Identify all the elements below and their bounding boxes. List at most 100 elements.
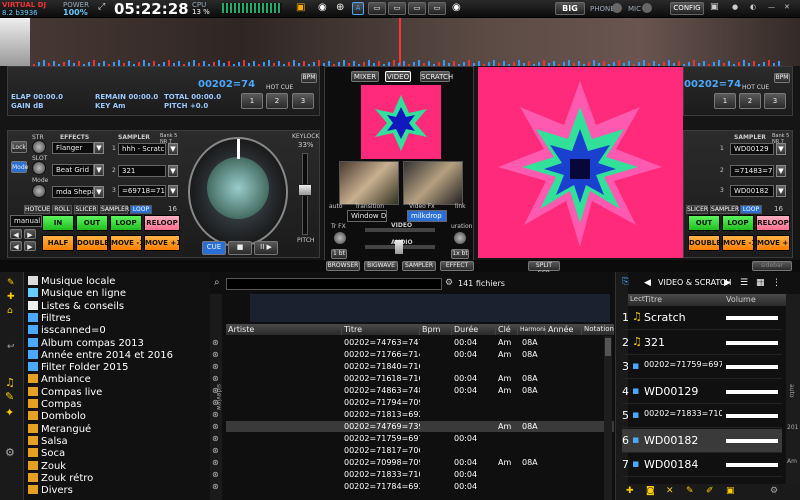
volume-bar[interactable] <box>726 340 778 345</box>
sv-pen-icon[interactable]: ✐ <box>706 486 714 496</box>
right-sample2-dropdown-icon[interactable]: ▼ <box>776 165 786 177</box>
volume-bar[interactable] <box>726 365 778 369</box>
tree-item[interactable]: Musique en ligne <box>28 288 126 300</box>
effect2-select[interactable]: Beat Grid <box>52 164 94 176</box>
layout-button-1[interactable]: ▭ <box>368 2 386 15</box>
audio-crossfader-handle[interactable] <box>395 240 403 254</box>
big-button[interactable]: BIG <box>555 2 585 15</box>
right-sample1-dropdown-icon[interactable]: ▼ <box>776 143 786 155</box>
tree-item[interactable]: Listes & conseils <box>28 300 124 313</box>
sample2-dropdown-icon[interactable]: ▼ <box>168 165 178 177</box>
right-sample3-dropdown-icon[interactable]: ▼ <box>776 185 786 197</box>
right-pad-double[interactable]: DOUBLE <box>688 235 720 251</box>
effect3-select[interactable]: mda Shepard <box>52 186 94 198</box>
pad-next-icon-2[interactable]: ▶ <box>24 241 36 251</box>
sideview-row[interactable]: 1 ♫ Scratch <box>622 306 782 330</box>
pad-move-fwd[interactable]: MOVE +1 <box>144 235 180 251</box>
tree-tool-2-icon[interactable]: ✚ <box>7 292 15 302</box>
right-pad-reloop[interactable]: RELOOP <box>756 215 790 231</box>
col-harmonique[interactable]: Harmonique <box>518 324 557 335</box>
tree-music-icon[interactable]: ♫ <box>5 376 15 389</box>
play-button[interactable]: II ▶ <box>254 241 278 255</box>
layout-button-4[interactable]: ▭ <box>428 2 446 15</box>
pad-double[interactable]: DOUBLE <box>76 235 108 251</box>
table-row[interactable]: ⊛ 00202=74863=74863 00:04 Am 08A <box>212 385 614 396</box>
tree-item[interactable]: Filtres <box>28 312 71 325</box>
eye-icon[interactable]: ◉ <box>318 2 327 13</box>
pad-move-back[interactable]: MOVE -1 bt <box>110 235 142 251</box>
pad-reloop[interactable]: RELOOP <box>144 215 180 231</box>
transition-select[interactable]: Window Doub <box>347 210 387 222</box>
pad-in[interactable]: IN <box>42 215 74 231</box>
video-output-window[interactable] <box>478 67 683 258</box>
right-hotcue-3[interactable]: 3 <box>764 93 786 109</box>
record-icon[interactable]: ▣ <box>296 2 305 13</box>
tree-item[interactable]: Filter Folder 2015 <box>28 362 128 374</box>
col-volume[interactable]: Volume <box>726 295 756 304</box>
effect2-knob[interactable] <box>32 161 46 175</box>
duration-knob[interactable] <box>453 231 467 245</box>
pad-prev-icon-2[interactable]: ◀ <box>10 241 22 251</box>
tree-back-icon[interactable]: ↩ <box>7 342 15 352</box>
sidebar-toggle[interactable]: sidebar <box>752 261 792 271</box>
sample3-select[interactable]: =69718=71607 <box>118 185 166 197</box>
nav-split[interactable]: SPLIT SCR <box>528 261 560 277</box>
tree-tool-1-icon[interactable]: ✎ <box>7 278 15 288</box>
search-input[interactable] <box>226 278 442 290</box>
pad-half[interactable]: HALF <box>42 235 74 251</box>
col-lect[interactable]: Lect <box>630 295 645 303</box>
vtab-am[interactable]: Am <box>787 458 797 465</box>
col-notation[interactable]: Notation <box>582 324 614 335</box>
automix-badge[interactable]: A <box>352 2 364 15</box>
vtab-auto[interactable]: auto <box>788 384 795 398</box>
sideview-menu-icon[interactable]: ⋮ <box>772 278 781 288</box>
tab-video[interactable]: VIDEO <box>385 71 411 82</box>
tab-scratch[interactable]: SCRATCH <box>420 71 453 82</box>
sideview-next-icon[interactable]: ▶ <box>724 278 731 288</box>
volume-bar[interactable] <box>726 414 778 418</box>
effect3-dropdown-icon[interactable]: ▼ <box>94 186 104 198</box>
videofx-select[interactable]: milkdrop <box>407 210 447 222</box>
tree-item[interactable]: Année entre 2014 et 2016 <box>28 349 173 362</box>
right-bpm-button[interactable]: BPM <box>774 73 790 83</box>
close-icon[interactable]: ✕ <box>784 3 790 11</box>
table-row[interactable]: ⊛ 00202=74763=74763 00:04 Am 08A <box>212 337 614 348</box>
right-tab-sampler[interactable]: SAMPLER <box>710 205 739 214</box>
stop-button[interactable]: ■ <box>228 241 252 255</box>
tree-item[interactable]: Compas live <box>28 386 102 399</box>
sample1-dropdown-icon[interactable]: ▼ <box>168 143 178 155</box>
window-controls-icon[interactable]: ▣ <box>710 2 719 12</box>
pitch-handle[interactable] <box>298 184 312 196</box>
right-tab-slicer[interactable]: SLICER <box>686 205 708 214</box>
pitch-slider[interactable] <box>298 153 312 235</box>
sideview-row[interactable]: 3▪ 00202=71759=69718= <box>622 355 782 379</box>
list-scroll-thumb[interactable] <box>605 338 611 356</box>
col-titre[interactable]: Titre <box>342 324 420 335</box>
sideview-list-icon[interactable]: ☰ <box>740 278 748 288</box>
table-row[interactable]: ⊛ 00202=71813=69250 <box>212 409 614 420</box>
crossfader-mini[interactable] <box>0 18 30 66</box>
pad-prev-icon[interactable]: ◀ <box>10 229 22 239</box>
effect1-select[interactable]: Flanger <box>52 142 94 154</box>
tree-item[interactable]: isscanned=0 <box>28 325 106 337</box>
sideview-row[interactable]: 7 ▪ WD00184 <box>622 453 782 477</box>
left-hotcue-1[interactable]: 1 <box>241 93 263 109</box>
left-video-thumb[interactable] <box>339 161 399 205</box>
sv-edit-icon[interactable]: ✎ <box>686 486 694 496</box>
tree-item[interactable]: Compas <box>28 399 82 411</box>
record-button-icon[interactable]: ● <box>732 3 738 11</box>
layout-button-2[interactable]: ▭ <box>388 2 406 15</box>
right-hotcue-2[interactable]: 2 <box>739 93 761 109</box>
left-bpm-button[interactable]: BPM <box>301 73 317 83</box>
phone-knob[interactable] <box>612 3 622 13</box>
right-pad-out[interactable]: OUT <box>688 215 720 231</box>
col-duree[interactable]: Durée <box>452 324 496 335</box>
left-hotcue-2[interactable]: 2 <box>266 93 288 109</box>
right-pad-move-back[interactable]: MOVE -1 bt <box>722 235 754 251</box>
cue-button[interactable]: CUE <box>202 241 226 255</box>
sv-add-icon[interactable]: ✚ <box>626 486 634 496</box>
col-bpm[interactable]: Bpm <box>420 324 452 335</box>
pad-next-icon[interactable]: ▶ <box>24 229 36 239</box>
layout-button-3[interactable]: ▭ <box>408 2 426 15</box>
right-tab-loop[interactable]: LOOP <box>740 205 762 214</box>
